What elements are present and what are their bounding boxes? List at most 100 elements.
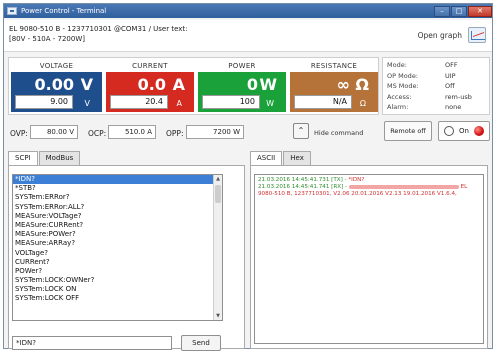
status-panel: Mode: OFF OP Mode: UIP MS Mode: Off Access:…: [382, 57, 490, 115]
list-item[interactable]: *IDN?: [13, 175, 222, 185]
current-label: CURRENT: [132, 62, 168, 70]
current-set-input[interactable]: 20.4: [110, 95, 168, 109]
command-tab-body: *IDN? *STB? SYSTem:ERRor? SYSTem:ERRor:A…: [8, 165, 245, 351]
list-item[interactable]: SYSTem:LOCK ON: [13, 285, 222, 294]
power-set-unit: W: [266, 99, 274, 108]
command-input[interactable]: *IDN?: [12, 336, 172, 350]
log-tabs: ASCII Hex: [250, 151, 312, 166]
ocp-label: OCP:: [88, 129, 107, 138]
redacted-text: [348, 184, 459, 189]
status-row: OP Mode: UIP: [387, 72, 485, 83]
protection-bar: OVP: 80.00 V OCP: 510.0 A OPP: 7200 W ⌃ …: [8, 119, 490, 147]
status-label: OP Mode:: [387, 71, 419, 80]
command-pane: SCPI ModBus *IDN? *STB? SYSTem:ERRor? SY…: [8, 151, 245, 351]
voltage-unit: V: [80, 75, 93, 94]
status-label: MS Mode:: [387, 82, 419, 90]
resistance-label: RESISTANCE: [310, 62, 358, 70]
status-row: Alarm: none: [387, 103, 485, 114]
output-on-toggle[interactable]: On: [438, 121, 490, 141]
current-meter: CURRENT 0.0 A 20.4 A: [104, 58, 196, 116]
tab-hex[interactable]: Hex: [283, 151, 311, 165]
resistance-display: ∞ Ω N/A Ω: [290, 72, 378, 112]
status-row: Access: rem-usb: [387, 93, 485, 104]
status-row: MS Mode: Off: [387, 82, 485, 93]
tab-ascii[interactable]: ASCII: [250, 151, 283, 166]
tab-scpi[interactable]: SCPI: [8, 151, 38, 166]
communication-log[interactable]: 21.03.2016 14:45:41.731 [TX] - *IDN? 21.…: [254, 174, 484, 344]
voltage-display: 0.00 V 9.00 V: [11, 72, 102, 112]
power-value: 0: [246, 75, 258, 94]
log-text: EL: [460, 184, 468, 190]
ovp-input[interactable]: 80.00 V: [30, 125, 78, 139]
scroll-thumb[interactable]: [215, 185, 221, 203]
ovp-label: OVP:: [10, 129, 28, 138]
voltage-set-input[interactable]: 9.00: [15, 95, 73, 109]
open-graph-label[interactable]: Open graph: [418, 31, 462, 40]
status-led-icon: [474, 126, 484, 136]
device-header: EL 9080-510 B - 1237710301 @COM31 / User…: [4, 20, 492, 52]
current-display: 0.0 A 20.4 A: [106, 72, 194, 112]
power-set-input[interactable]: 100: [202, 95, 260, 109]
app-icon: [7, 7, 17, 15]
power-unit: W: [259, 75, 277, 94]
command-tabs: SCPI ModBus: [8, 151, 81, 166]
list-item[interactable]: MEASure:VOLTage?: [13, 212, 222, 221]
tab-modbus[interactable]: ModBus: [38, 151, 81, 165]
log-line: 21.03.2016 14:45:41.731 [TX] - *IDN?: [258, 177, 480, 184]
voltage-value: 0.00: [34, 75, 74, 94]
resistance-unit: Ω: [355, 75, 369, 94]
list-item[interactable]: MEASure:CURRent?: [13, 221, 222, 230]
status-value: none: [445, 103, 462, 111]
status-row: Mode: OFF: [387, 61, 485, 72]
ocp-input[interactable]: 510.0 A: [108, 125, 156, 139]
command-list[interactable]: *IDN? *STB? SYSTem:ERRor? SYSTem:ERRor:A…: [12, 174, 223, 321]
log-time: 21.03.2016 14:45:41.741: [258, 184, 330, 190]
list-item[interactable]: *STB?: [13, 184, 222, 193]
status-label: Alarm:: [387, 103, 409, 111]
device-info-line2: [80V - 510A - 7200W]: [9, 35, 85, 43]
send-button[interactable]: Send: [181, 335, 221, 351]
list-item[interactable]: VOLTage?: [13, 249, 222, 258]
log-time: 21.03.2016 14:45:41.731: [258, 177, 330, 183]
list-item[interactable]: MEASure:POWer?: [13, 230, 222, 239]
status-label: Mode:: [387, 61, 407, 69]
opp-label: OPP:: [166, 129, 184, 138]
log-tab-body: 21.03.2016 14:45:41.731 [TX] - *IDN? 21.…: [250, 165, 488, 349]
log-line: 21.03.2016 14:45:41.741 [RX] - EL: [258, 184, 480, 191]
hide-command-button[interactable]: ⌃: [293, 123, 309, 139]
graph-icon[interactable]: [468, 27, 486, 43]
close-button[interactable]: ✕: [468, 5, 492, 17]
log-pane: ASCII Hex 21.03.2016 14:45:41.731 [TX] -…: [250, 151, 488, 349]
maximize-button[interactable]: □: [451, 5, 467, 17]
status-value: UIP: [445, 71, 456, 80]
list-item[interactable]: MEASure:ARRay?: [13, 239, 222, 248]
command-list-scrollbar[interactable]: ▲ ▼: [213, 175, 222, 320]
device-info-line1: EL 9080-510 B - 1237710301 @COM31 / User…: [9, 25, 188, 33]
scroll-down-icon[interactable]: ▼: [214, 312, 222, 320]
status-label: Access:: [387, 92, 412, 101]
on-label: On: [459, 127, 469, 135]
resistance-set-unit: Ω: [359, 99, 366, 108]
power-display: 0 W 100 W: [198, 72, 286, 112]
current-set-unit: A: [176, 99, 182, 108]
scroll-up-icon[interactable]: ▲: [214, 175, 222, 183]
title-bar[interactable]: Power Control - Terminal – □ ✕: [4, 4, 492, 18]
list-item[interactable]: SYSTem:LOCK OFF: [13, 294, 222, 303]
resistance-set-input[interactable]: N/A: [294, 95, 352, 109]
minimize-button[interactable]: –: [434, 5, 450, 17]
list-item[interactable]: SYSTem:LOCK:OWNer?: [13, 276, 222, 285]
list-item[interactable]: SYSTem:ERRor?: [13, 193, 222, 202]
status-value: OFF: [445, 61, 458, 69]
current-value: 0.0: [137, 75, 166, 94]
list-item[interactable]: CURRent?: [13, 258, 222, 267]
opp-input[interactable]: 7200 W: [186, 125, 244, 139]
list-item[interactable]: SYSTem:ERRor:ALL?: [13, 203, 222, 212]
power-meter: POWER 0 W 100 W: [196, 58, 288, 116]
list-item[interactable]: POWer?: [13, 267, 222, 276]
resistance-value: ∞: [336, 75, 350, 94]
voltage-set-unit: V: [84, 99, 90, 108]
window-title: Power Control - Terminal: [21, 7, 107, 15]
remote-off-button[interactable]: Remote off: [384, 121, 432, 141]
radio-icon[interactable]: [444, 126, 454, 136]
voltage-label: VOLTAGE: [39, 62, 74, 70]
